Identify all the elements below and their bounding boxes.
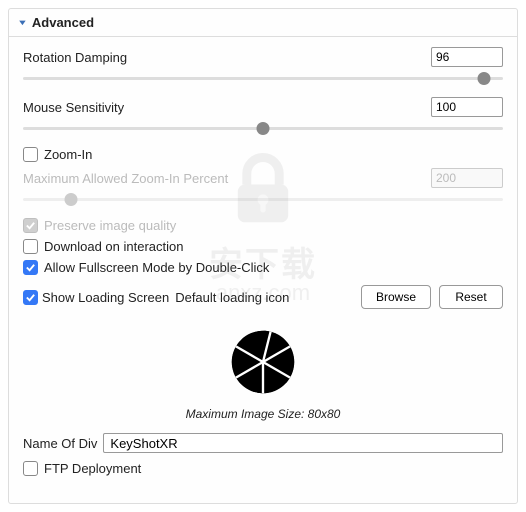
mouse-sensitivity-label: Mouse Sensitivity [23, 100, 124, 115]
show-loading-label: Show Loading Screen [42, 290, 169, 305]
zoom-in-checkbox[interactable] [23, 147, 38, 162]
preserve-quality-checkbox [23, 218, 38, 233]
max-image-size-caption: Maximum Image Size: 80x80 [23, 407, 503, 421]
download-interaction-label: Download on interaction [44, 239, 183, 254]
section-header[interactable]: ▼ Advanced [9, 9, 517, 37]
section-title: Advanced [32, 15, 94, 30]
mouse-sensitivity-slider[interactable] [23, 119, 503, 137]
browse-button[interactable]: Browse [361, 285, 431, 309]
reset-button[interactable]: Reset [439, 285, 503, 309]
ftp-deployment-checkbox[interactable] [23, 461, 38, 476]
download-interaction-checkbox[interactable] [23, 239, 38, 254]
zoom-in-label: Zoom-In [44, 147, 92, 162]
disclosure-triangle[interactable]: ▼ [17, 18, 28, 26]
aperture-icon [224, 323, 302, 401]
rotation-damping-label: Rotation Damping [23, 50, 127, 65]
ftp-deployment-label: FTP Deployment [44, 461, 141, 476]
mouse-sensitivity-input[interactable] [431, 97, 503, 117]
show-loading-checkbox[interactable] [23, 290, 38, 305]
default-loading-label: Default loading icon [175, 290, 289, 305]
max-zoom-slider [23, 190, 503, 208]
name-of-div-label: Name Of Div [23, 436, 97, 451]
name-of-div-input[interactable] [103, 433, 503, 453]
rotation-damping-slider[interactable] [23, 69, 503, 87]
max-zoom-input [431, 168, 503, 188]
preserve-quality-label: Preserve image quality [44, 218, 176, 233]
rotation-damping-input[interactable] [431, 47, 503, 67]
fullscreen-label: Allow Fullscreen Mode by Double-Click [44, 260, 269, 275]
max-zoom-label: Maximum Allowed Zoom-In Percent [23, 171, 228, 186]
fullscreen-checkbox[interactable] [23, 260, 38, 275]
